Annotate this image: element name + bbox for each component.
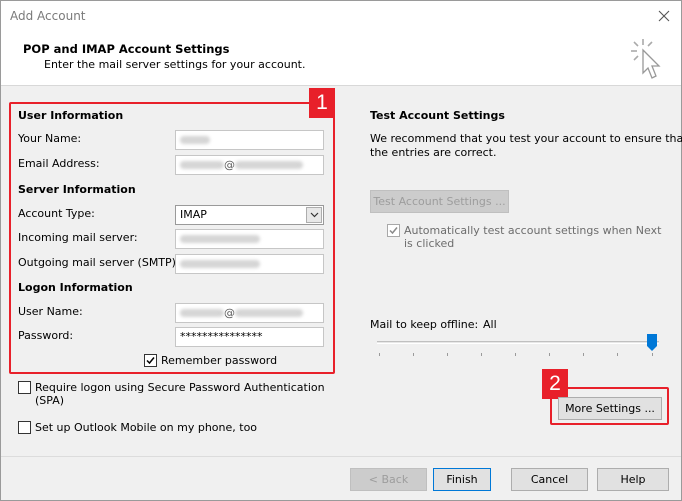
email-label: Email Address: <box>18 157 100 170</box>
email-at-sign: @ <box>224 158 235 172</box>
page-title: POP and IMAP Account Settings <box>23 42 230 56</box>
annotation-badge-1: 1 <box>309 88 335 118</box>
click-cursor-icon <box>629 37 667 81</box>
test-description-line2: the entries are correct. <box>370 146 497 159</box>
back-button[interactable]: < Back <box>350 468 427 491</box>
username-label: User Name: <box>18 305 83 318</box>
password-input[interactable]: *************** <box>175 327 324 347</box>
slider-tick <box>413 353 414 356</box>
finish-button[interactable]: Finish <box>433 468 491 491</box>
offline-label: Mail to keep offline: <box>370 318 479 331</box>
slider-tick <box>617 353 618 356</box>
incoming-server-input[interactable] <box>175 229 324 249</box>
your-name-label: Your Name: <box>18 132 82 145</box>
outlook-mobile-label: Set up Outlook Mobile on my phone, too <box>35 421 258 434</box>
account-type-value: IMAP <box>180 208 207 221</box>
your-name-input[interactable] <box>175 130 324 150</box>
slider-tick <box>379 353 380 356</box>
test-description-line1: We recommend that you test your account … <box>370 132 682 145</box>
outlook-mobile-checkbox[interactable] <box>18 421 31 434</box>
cancel-button[interactable]: Cancel <box>511 468 588 491</box>
account-type-select[interactable]: IMAP <box>175 205 324 225</box>
add-account-dialog: Add Account POP and IMAP Account Setting… <box>0 0 682 501</box>
offline-value: All <box>483 318 497 331</box>
slider-tick <box>549 353 550 356</box>
test-account-settings-button[interactable]: Test Account Settings ... <box>370 190 509 213</box>
remember-password-label: Remember password <box>161 354 278 367</box>
offline-slider-track[interactable] <box>377 341 659 344</box>
page-subtitle: Enter the mail server settings for your … <box>44 58 306 71</box>
auto-test-label-line1: Automatically test account settings when… <box>404 224 662 237</box>
annotation-badge-2: 2 <box>542 369 568 399</box>
user-info-heading: User Information <box>18 109 124 122</box>
slider-tick <box>515 353 516 356</box>
slider-tick <box>481 353 482 356</box>
spa-label-line2: (SPA) <box>35 394 65 407</box>
more-settings-button[interactable]: More Settings ... <box>558 397 662 420</box>
remember-password-checkbox[interactable] <box>144 354 157 367</box>
username-input[interactable]: @ <box>175 303 324 323</box>
offline-slider-thumb[interactable] <box>647 334 657 351</box>
server-info-heading: Server Information <box>18 183 136 196</box>
window-title: Add Account <box>10 9 86 23</box>
test-settings-heading: Test Account Settings <box>370 109 505 122</box>
help-button[interactable]: Help <box>597 468 669 491</box>
slider-tick <box>583 353 584 356</box>
logon-info-heading: Logon Information <box>18 281 133 294</box>
outgoing-server-label: Outgoing mail server (SMTP): <box>18 256 180 269</box>
outgoing-server-input[interactable] <box>175 254 324 274</box>
title-bar: Add Account <box>1 1 681 31</box>
username-at-sign: @ <box>224 306 235 320</box>
spa-checkbox[interactable] <box>18 381 31 394</box>
account-type-label: Account Type: <box>18 207 95 220</box>
incoming-server-label: Incoming mail server: <box>18 231 138 244</box>
auto-test-checkbox[interactable] <box>387 224 400 237</box>
close-icon[interactable] <box>655 7 673 25</box>
chevron-down-icon[interactable] <box>306 207 322 223</box>
footer-divider <box>1 456 681 457</box>
spa-label-line1: Require logon using Secure Password Auth… <box>35 381 325 394</box>
slider-tick <box>447 353 448 356</box>
email-input[interactable]: @ <box>175 155 324 175</box>
auto-test-label-line2: is clicked <box>404 237 455 250</box>
dialog-header: POP and IMAP Account Settings Enter the … <box>1 31 681 86</box>
password-label: Password: <box>18 329 74 342</box>
slider-tick <box>652 353 653 356</box>
